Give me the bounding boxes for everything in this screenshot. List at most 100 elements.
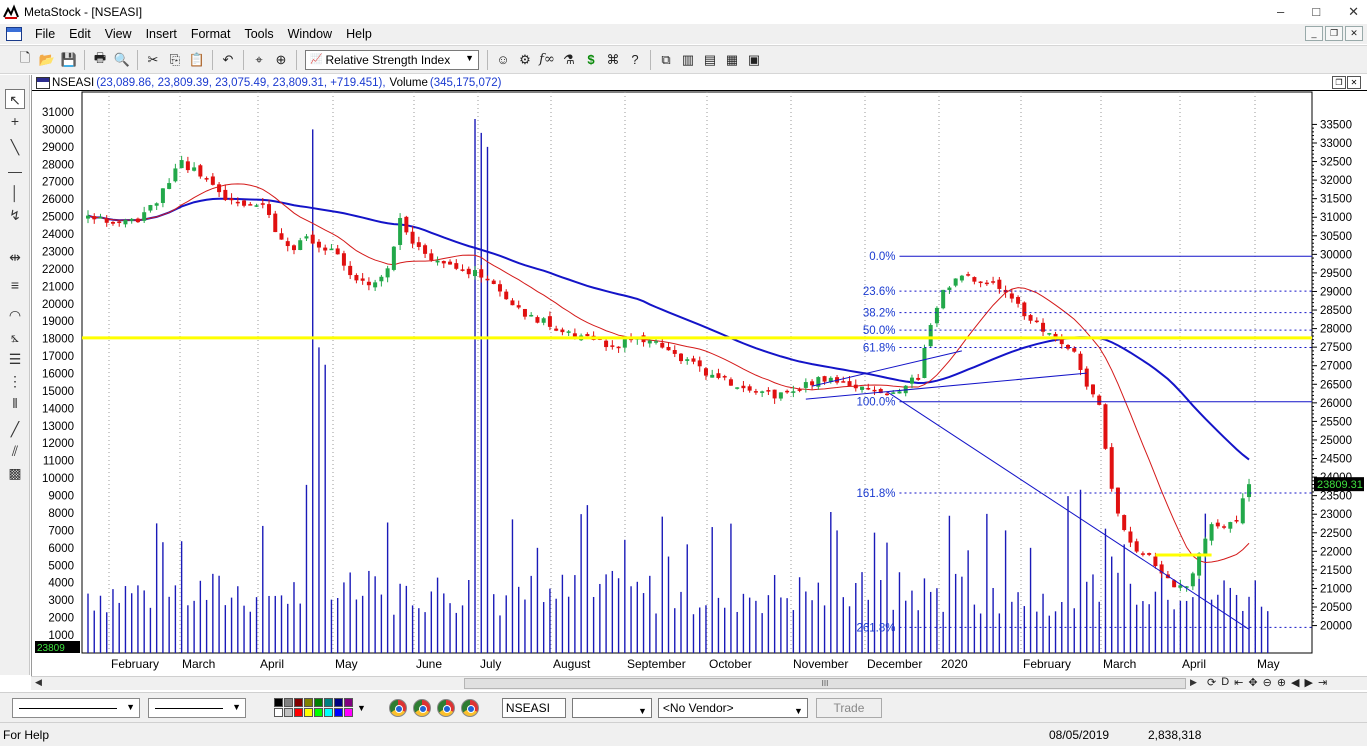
window-cascade-icon[interactable]: ⧉ [655,49,677,71]
palette-swatch[interactable] [344,708,353,717]
menu-window[interactable]: Window [281,27,339,41]
mdi-close-button[interactable]: ✕ [1345,26,1363,41]
print-icon[interactable]: 🖶 [89,49,111,71]
cross-move-icon[interactable]: ✥ [1248,676,1257,689]
chrome-icon[interactable] [436,698,455,717]
palette-swatch[interactable] [284,698,293,707]
menu-view[interactable]: View [98,27,139,41]
mdi-restore-button[interactable]: ❐ [1325,26,1343,41]
line-width-select[interactable]: ▼ [148,697,246,718]
arrow-tool-icon[interactable]: ↯ [5,205,25,225]
palette-swatch[interactable] [334,698,343,707]
palette-dropdown-icon[interactable]: ▼ [357,703,366,713]
undo-icon[interactable]: ↶ [217,49,239,71]
window-tile-horizontal-icon[interactable]: ▤ [699,49,721,71]
zoom-out-icon[interactable]: ⊖ [1263,676,1272,689]
paste-icon[interactable]: 📋 [186,49,208,71]
palette-swatch[interactable] [294,708,303,717]
chart-close-button[interactable]: ✕ [1347,76,1361,89]
new-icon[interactable]: 🗋 [14,49,36,71]
palette-swatch[interactable] [294,698,303,707]
horizontal-scrollbar[interactable]: ◀ III ▶ ⟳ D ⇤ ✥ ⊖ ⊕ ◀ ▶ ⇥ [31,676,1367,690]
chrome-icon[interactable] [388,698,407,717]
document-icon[interactable] [6,27,22,41]
explorer-icon[interactable]: ⚗ [558,49,580,71]
palette-swatch[interactable] [304,708,313,717]
cycle-lines-icon[interactable]: ‖ [5,393,25,413]
system-tester-icon[interactable]: $ [580,49,602,71]
palette-swatch[interactable] [274,708,283,717]
scroll-thumb[interactable]: III [464,678,1186,689]
palette-swatch[interactable] [274,698,283,707]
zoom-in-icon[interactable]: ⊕ [1277,676,1286,689]
chrome-icon[interactable] [412,698,431,717]
vertical-line-icon[interactable]: │ [5,183,25,203]
palette-swatch[interactable] [314,698,323,707]
palette-swatch[interactable] [304,698,313,707]
close-window-button[interactable]: ✕ [1348,4,1359,20]
palette-swatch[interactable] [344,698,353,707]
fibonacci-timezone-icon[interactable]: ⋮ [5,371,25,391]
line-style-select[interactable]: ▼ [12,697,140,718]
copy-icon[interactable]: ⎘ [164,49,186,71]
scroll-left-icon[interactable]: ◀ [35,677,42,688]
menu-file[interactable]: File [28,27,62,41]
chart-restore-button[interactable]: ❐ [1332,76,1346,89]
vendor-select[interactable]: <No Vendor> ▼ [657,697,808,718]
refresh-icon[interactable]: ⟳ [1207,676,1216,689]
palette-swatch[interactable] [324,708,333,717]
daily-periodicity-button[interactable]: D [1221,676,1229,689]
speed-lines-icon[interactable]: ╱ [5,419,25,439]
arrow-right-icon[interactable]: ▶ [1305,676,1313,689]
arrow-left-icon[interactable]: ◀ [1291,676,1299,689]
mdi-minimize-button[interactable]: _ [1305,26,1323,41]
arc-tool-icon[interactable]: ◠ [5,305,25,325]
chart-plot-area[interactable] [81,91,1313,654]
horizontal-line-icon[interactable]: — [5,161,25,181]
indicator-select[interactable]: 📈 Relative Strength Index ▼ [305,49,479,70]
chrome-icon[interactable] [460,698,479,717]
menu-edit[interactable]: Edit [62,27,98,41]
crosshair-tool-icon[interactable]: + [5,111,25,131]
menu-help[interactable]: Help [339,27,379,41]
split-window-icon[interactable]: ⇹ [5,247,25,267]
window-grid-icon[interactable]: ▦ [721,49,743,71]
binoculars-icon[interactable]: ⌘ [602,49,624,71]
arrow-left-end-icon[interactable]: ⇤ [1234,676,1243,689]
palette-swatch[interactable] [314,708,323,717]
save-icon[interactable]: 💾 [58,49,80,71]
indicator-builder-icon[interactable]: ⚙ [514,49,536,71]
parallel-lines-icon[interactable]: ≡ [5,275,25,295]
trade-button[interactable]: Trade [815,697,882,718]
window-arrange-icon[interactable]: ▣ [743,49,765,71]
window-tile-vertical-icon[interactable]: ▥ [677,49,699,71]
gann-grid-icon[interactable]: ▩ [5,463,25,483]
security-select[interactable]: ▼ [571,697,652,718]
zoom-icon[interactable]: ⊕ [270,49,292,71]
symbol-input[interactable]: NSEASI [501,697,566,718]
color-palette[interactable] [274,698,353,717]
palette-swatch[interactable] [334,708,343,717]
price-chart[interactable]: 31000 30000 29000 28000 27000 26000 25000 24000… [32,75,1367,676]
formula-icon[interactable]: f∞ [536,49,558,71]
maximize-window-button[interactable]: □ [1312,4,1320,20]
palette-swatch[interactable] [324,698,333,707]
pointer-icon[interactable]: ↖ [5,89,25,109]
palette-swatch[interactable] [284,708,293,717]
cut-icon[interactable]: ✂ [142,49,164,71]
menu-tools[interactable]: Tools [237,27,280,41]
menu-insert[interactable]: Insert [139,27,184,41]
menu-format[interactable]: Format [184,27,238,41]
open-icon[interactable]: 📂 [36,49,58,71]
crosshair-icon[interactable]: ⌖ [248,49,270,71]
minimize-window-button[interactable]: – [1277,4,1284,20]
trendline-icon[interactable]: ╲ [5,137,25,157]
scroll-right-icon[interactable]: ▶ [1190,677,1197,688]
arrow-right-end-icon[interactable]: ⇥ [1318,676,1327,689]
chart-window[interactable]: 31000 30000 29000 28000 27000 26000 25000 24000… [31,75,1367,676]
fan-tool-icon[interactable]: ⦩ [5,327,25,347]
fibonacci-retracement-icon[interactable]: ☰ [5,349,25,369]
expert-advisor-icon[interactable]: ☺ [492,49,514,71]
help-icon[interactable]: ? [624,49,646,71]
print-preview-icon[interactable]: 🔍 [111,49,133,71]
